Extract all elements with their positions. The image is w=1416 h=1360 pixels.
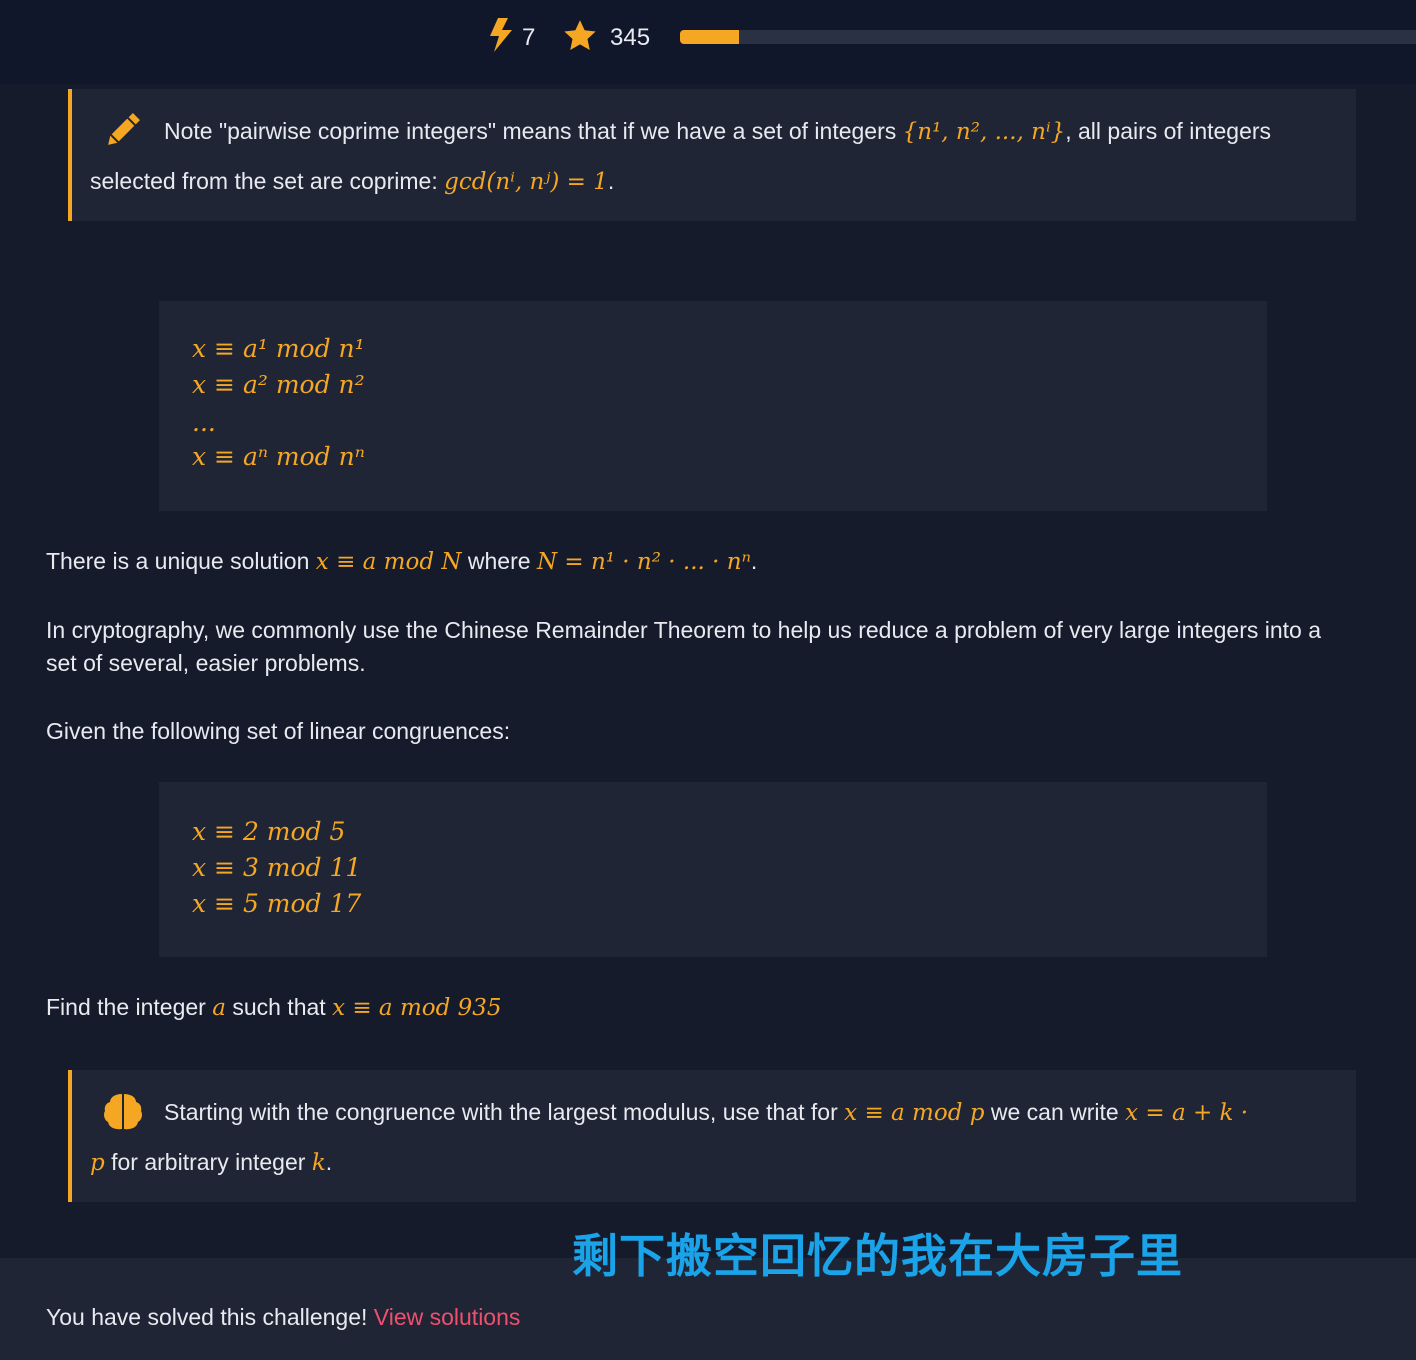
note-line-1: Note "pairwise coprime integers" means t… <box>164 118 1272 145</box>
congruences-block: x ≡ 2 mod 5 x ≡ 3 mod 11 x ≡ 5 mod 17 <box>159 782 1267 957</box>
crypto-paragraph-line-2: set of several, easier problems. <box>46 650 366 676</box>
stats-bar: 7 345 <box>0 0 1416 84</box>
congruence-line: x ≡ 2 mod 5 <box>192 817 346 846</box>
points-count: 345 <box>610 24 651 51</box>
view-solutions-link[interactable]: View solutions <box>374 1304 521 1330</box>
find-question: Find the integer a such that x ≡ a mod 9… <box>46 994 502 1021</box>
hint-callout: Starting with the congruence with the la… <box>68 1070 1356 1202</box>
gcd-math: gcd(nⁱ, nʲ) = 1 <box>444 169 608 195</box>
congruence-line: x ≡ 3 mod 11 <box>192 853 362 882</box>
math-line: x ≡ a¹ mod n¹ <box>192 334 365 363</box>
pencil-icon <box>108 113 140 145</box>
given-text: Given the following set of linear congru… <box>46 718 511 744</box>
solved-message: You have solved this challenge! View sol… <box>46 1304 521 1330</box>
hint-line-2: p for arbitrary integer k. <box>90 1149 333 1176</box>
streak-count: 7 <box>522 24 536 51</box>
congruence-line: x ≡ 5 mod 17 <box>192 889 362 918</box>
unique-solution-text: There is a unique solution x ≡ a mod N w… <box>46 548 758 575</box>
math-line: ... <box>192 408 216 437</box>
math-line: x ≡ a² mod n² <box>192 370 365 399</box>
crypto-paragraph-line-1: In cryptography, we commonly use the Chi… <box>46 617 1322 643</box>
overlay-caption: 剩下搬空回忆的我在大房子里 <box>572 1229 1183 1283</box>
math-line: x ≡ aⁿ mod nⁿ <box>192 442 365 471</box>
hint-line-1: Starting with the congruence with the la… <box>164 1099 1249 1126</box>
lightning-icon <box>490 18 512 52</box>
note-line-2: selected from the set are coprime: gcd(n… <box>90 168 615 195</box>
general-system-block: x ≡ a¹ mod n¹ x ≡ a² mod n² ... x ≡ aⁿ m… <box>159 301 1267 511</box>
progress-bar <box>680 30 1416 44</box>
note-callout: Note "pairwise coprime integers" means t… <box>68 89 1356 221</box>
star-icon <box>564 20 596 50</box>
set-math: {n¹, n², ..., nⁱ} <box>902 119 1066 145</box>
brain-icon <box>104 1094 142 1130</box>
progress-fill <box>680 30 739 44</box>
